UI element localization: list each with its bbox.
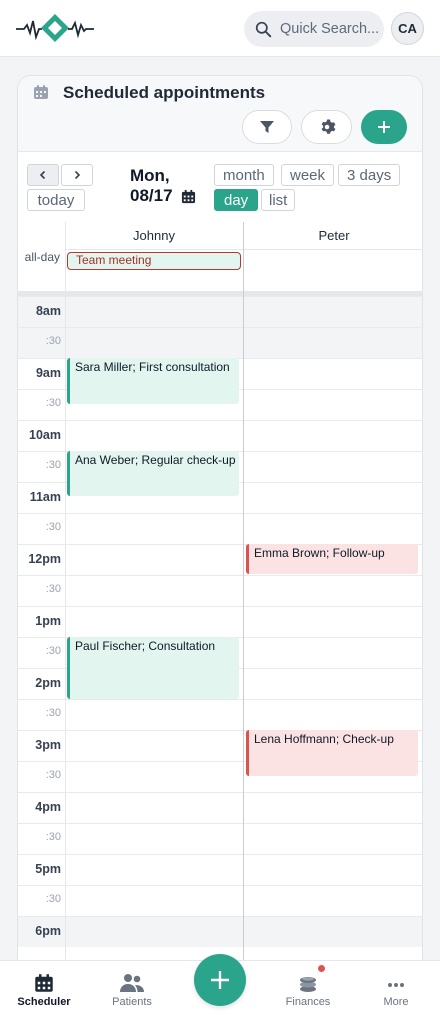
user-avatar[interactable]: CA <box>391 12 424 45</box>
calendar-toolbar: today Mon, 08/17 month week 3 days day l… <box>18 152 422 222</box>
time-slot-label: :30 <box>45 335 61 347</box>
date-value: 08/17 <box>130 186 173 205</box>
slot-line <box>18 575 422 576</box>
calendar-icon <box>34 85 48 99</box>
column-header-peter: Peter <box>244 222 422 250</box>
nav-more-label: More <box>383 996 409 1008</box>
coins-icon <box>300 977 316 992</box>
event-emma-brown[interactable]: Emma Brown; Follow-up <box>246 544 418 574</box>
allday-label: all-day <box>24 250 60 264</box>
users-icon <box>120 974 144 992</box>
calendar-icon <box>35 974 53 992</box>
time-slot-label: 3pm <box>35 738 61 752</box>
column-divider <box>243 222 244 974</box>
quick-add-fab[interactable] <box>194 954 246 1006</box>
time-slot-label: 4pm <box>35 800 61 814</box>
plus-icon <box>211 971 229 989</box>
slot-line <box>18 854 422 855</box>
time-slot-label: :30 <box>45 831 61 843</box>
time-slot-label: :30 <box>45 769 61 781</box>
view-day-button[interactable]: day <box>214 189 259 211</box>
next-button[interactable] <box>61 164 93 186</box>
time-slot-label: 12pm <box>28 552 61 566</box>
view-week-button[interactable]: week <box>281 164 335 186</box>
slot-line <box>18 823 422 824</box>
event-sara-miller[interactable]: Sara Miller; First consultation <box>67 358 239 404</box>
plus-icon <box>378 121 390 133</box>
nav-patients[interactable]: Patients <box>92 973 172 1008</box>
time-slot-label: 8am <box>35 304 61 318</box>
time-slot-label: :30 <box>45 645 61 657</box>
nav-scheduler-label: Scheduler <box>17 996 71 1008</box>
view-list-button[interactable]: list <box>261 189 296 211</box>
nav-patients-label: Patients <box>112 996 152 1008</box>
top-bar: Quick Search... CA <box>0 0 440 57</box>
nav-finances-label: Finances <box>285 996 331 1008</box>
slot-line <box>18 513 422 514</box>
settings-button[interactable] <box>301 110 352 144</box>
nav-scheduler[interactable]: Scheduler <box>4 973 84 1008</box>
slot-line <box>18 296 422 297</box>
more-dots-icon <box>388 983 404 987</box>
time-slot-label: :30 <box>45 521 61 533</box>
appointments-card: Scheduled appointments today Mon, 08/17 … <box>17 75 423 975</box>
card-title: Scheduled appointments <box>63 83 266 102</box>
quick-search-input[interactable]: Quick Search... <box>244 11 384 47</box>
time-slot-label: :30 <box>45 893 61 905</box>
slot-line <box>18 792 422 793</box>
slot-line <box>18 699 422 700</box>
time-slot-label: :30 <box>45 459 61 471</box>
search-placeholder: Quick Search... <box>280 21 380 37</box>
time-slot-label: 5pm <box>35 862 61 876</box>
filter-button[interactable] <box>242 110 292 144</box>
non-business-slot <box>18 296 422 327</box>
allday-event-team-meeting[interactable]: Team meeting <box>67 252 241 270</box>
card-header: Scheduled appointments <box>18 76 422 152</box>
time-slot-label: 10am <box>29 428 61 442</box>
nav-finances[interactable]: Finances <box>268 973 348 1008</box>
date-weekday: Mon, <box>130 166 170 185</box>
event-lena-hoffmann[interactable]: Lena Hoffmann; Check-up <box>246 730 418 776</box>
add-appointment-button[interactable] <box>361 110 407 144</box>
time-slot-label: :30 <box>45 707 61 719</box>
slot-line <box>18 420 422 421</box>
date-picker-icon[interactable] <box>181 189 196 204</box>
chevron-right-icon <box>74 170 81 180</box>
non-business-slot <box>18 916 422 947</box>
slot-line <box>18 606 422 607</box>
prev-button[interactable] <box>27 164 59 186</box>
column-divider <box>65 222 66 974</box>
gear-icon <box>321 119 335 134</box>
view-3days-button[interactable]: 3 days <box>338 164 401 186</box>
search-icon <box>255 21 272 37</box>
time-slot-label: 11am <box>29 490 61 504</box>
time-slot-label: 2pm <box>35 676 61 690</box>
heartbeat-logo-icon[interactable] <box>16 12 94 44</box>
filter-icon <box>260 121 274 133</box>
slot-line <box>18 916 422 917</box>
today-button[interactable]: today <box>27 189 85 211</box>
time-slot-label: 9am <box>35 366 61 380</box>
time-slot-label: :30 <box>45 583 61 595</box>
chevron-left-icon <box>39 170 46 180</box>
slot-line <box>18 327 422 328</box>
nav-more[interactable]: More <box>356 973 436 1008</box>
current-date: Mon, 08/17 <box>130 166 196 206</box>
time-slot-label: :30 <box>45 397 61 409</box>
finances-notification-badge <box>318 965 325 972</box>
event-paul-fischer[interactable]: Paul Fischer; Consultation <box>67 637 239 699</box>
view-month-button[interactable]: month <box>214 164 274 186</box>
non-business-slot <box>18 327 422 358</box>
event-ana-weber[interactable]: Ana Weber; Regular check-up <box>67 451 239 496</box>
time-slot-label: 6pm <box>35 924 61 938</box>
column-header-johnny: Johnny <box>65 222 243 250</box>
time-slot-label: 1pm <box>35 614 61 628</box>
slot-line <box>18 885 422 886</box>
